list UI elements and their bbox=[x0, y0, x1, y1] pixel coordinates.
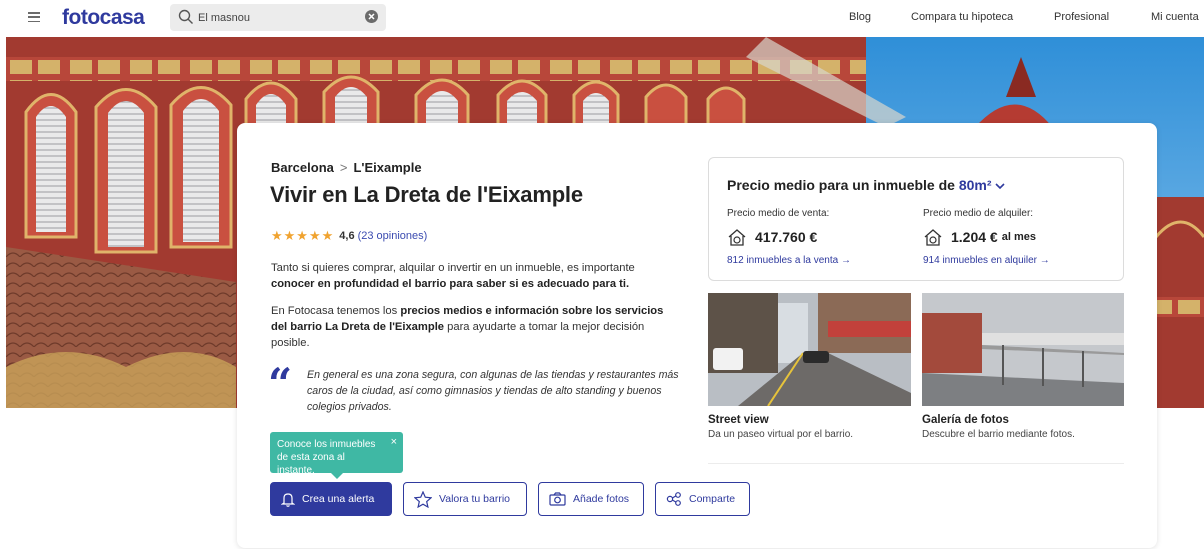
nav-mi-cuenta[interactable]: Mi cuenta bbox=[1151, 11, 1199, 23]
price-summary: Precio medio para un inmueble de 80m² Pr… bbox=[708, 157, 1124, 281]
add-photos-button[interactable]: Añade fotos bbox=[538, 482, 644, 516]
create-alert-button[interactable]: Crea una alerta bbox=[270, 482, 392, 516]
search-box[interactable] bbox=[170, 4, 386, 31]
rating-stars: ★★★★★ bbox=[271, 228, 335, 243]
street-view-title[interactable]: Street view bbox=[708, 414, 769, 426]
nav-compara-hipoteca[interactable]: Compara tu hipoteca bbox=[911, 11, 1013, 23]
neighborhood-card: Barcelona > L'Eixample Vivir en La Dreta d… bbox=[237, 123, 1157, 548]
size-selector[interactable]: 80m² bbox=[959, 177, 1006, 193]
sale-price: Precio medio de venta: 417.760 € 812 inm… bbox=[727, 208, 851, 266]
breadcrumb-separator: > bbox=[339, 160, 348, 175]
share-button[interactable]: Comparte bbox=[655, 482, 750, 516]
rent-value: 1.204 € bbox=[951, 229, 998, 245]
gallery-description: Descubre el barrio mediante fotos. bbox=[922, 429, 1075, 440]
alert-tooltip: Conoce los inmuebles de esta zona al ins… bbox=[270, 432, 403, 479]
search-icon bbox=[178, 9, 193, 24]
rating: ★★★★★ 4,6 (23 opiniones) bbox=[271, 228, 427, 244]
sale-label: Precio medio de venta: bbox=[727, 208, 830, 219]
intro-paragraph-1: Tanto si quieres comprar, alquilar o inv… bbox=[271, 260, 681, 292]
top-bar: fotocasa Blog Compara tu hipoteca Profes… bbox=[0, 0, 1204, 36]
share-icon bbox=[666, 492, 681, 506]
share-label: Comparte bbox=[689, 493, 736, 505]
house-price-icon bbox=[924, 229, 942, 246]
page-title: Vivir en La Dreta de l'Eixample bbox=[270, 182, 583, 207]
intro-text: Tanto si quieres comprar, alquilar o inv… bbox=[271, 262, 635, 274]
tooltip-text: Conoce los inmuebles de esta zona al ins… bbox=[277, 439, 376, 476]
rent-price: Precio medio de alquiler: 1.204 € al mes … bbox=[923, 208, 1050, 266]
nav-blog[interactable]: Blog bbox=[849, 11, 871, 23]
size-value[interactable]: 80m² bbox=[959, 177, 992, 193]
add-photos-label: Añade fotos bbox=[573, 493, 630, 505]
street-view-thumbnail[interactable] bbox=[708, 293, 911, 406]
intro-paragraph-2: En Fotocasa tenemos los precios medios e… bbox=[271, 303, 681, 351]
price-heading-text: Precio medio para un inmueble de bbox=[727, 177, 959, 193]
star-outline-icon bbox=[414, 490, 432, 508]
breadcrumb-eixample[interactable]: L'Eixample bbox=[353, 160, 421, 175]
rate-neighborhood-button[interactable]: Valora tu barrio bbox=[403, 482, 527, 516]
intro-text: En Fotocasa tenemos los bbox=[271, 305, 401, 317]
resident-quote: En general es una zona segura, con algun… bbox=[307, 369, 679, 413]
rent-label: Precio medio de alquiler: bbox=[923, 208, 1034, 219]
sale-value-row: 417.760 € bbox=[727, 228, 851, 246]
create-alert-label: Crea una alerta bbox=[302, 493, 375, 505]
quote-icon: “ bbox=[268, 359, 293, 408]
gallery-title[interactable]: Galería de fotos bbox=[922, 414, 1009, 426]
rate-label: Valora tu barrio bbox=[439, 493, 511, 505]
sale-listings-link[interactable]: 812 inmuebles a la venta → bbox=[727, 255, 851, 266]
fotocasa-logo[interactable]: fotocasa bbox=[62, 6, 145, 30]
nav-profesional[interactable]: Profesional bbox=[1054, 11, 1109, 23]
rating-score: 4,6 bbox=[339, 230, 355, 242]
price-heading: Precio medio para un inmueble de 80m² bbox=[727, 177, 1005, 193]
rent-value-row: 1.204 € al mes bbox=[923, 228, 1050, 246]
rent-suffix: al mes bbox=[1001, 231, 1036, 243]
breadcrumb: Barcelona > L'Eixample bbox=[271, 160, 422, 175]
opinions-link[interactable]: (23 opiniones) bbox=[358, 230, 428, 242]
menu-icon[interactable] bbox=[28, 12, 40, 22]
gallery-thumbnail[interactable] bbox=[922, 293, 1125, 406]
rent-listings-link[interactable]: 914 inmuebles en alquiler → bbox=[923, 255, 1050, 266]
house-price-icon bbox=[728, 229, 746, 246]
clear-search-icon[interactable] bbox=[365, 10, 378, 23]
intro-bold: conocer en profundidad el barrio para sa… bbox=[271, 278, 630, 290]
chevron-down-icon[interactable] bbox=[995, 182, 1005, 190]
street-view-description: Da un paseo virtual por el barrio. bbox=[708, 429, 854, 440]
sale-value: 417.760 € bbox=[755, 229, 818, 245]
divider bbox=[708, 463, 1124, 464]
camera-icon bbox=[549, 492, 566, 506]
breadcrumb-barcelona[interactable]: Barcelona bbox=[271, 160, 334, 175]
tooltip-close-icon[interactable]: × bbox=[391, 436, 397, 449]
search-input[interactable] bbox=[198, 8, 348, 27]
bell-icon bbox=[281, 492, 295, 507]
